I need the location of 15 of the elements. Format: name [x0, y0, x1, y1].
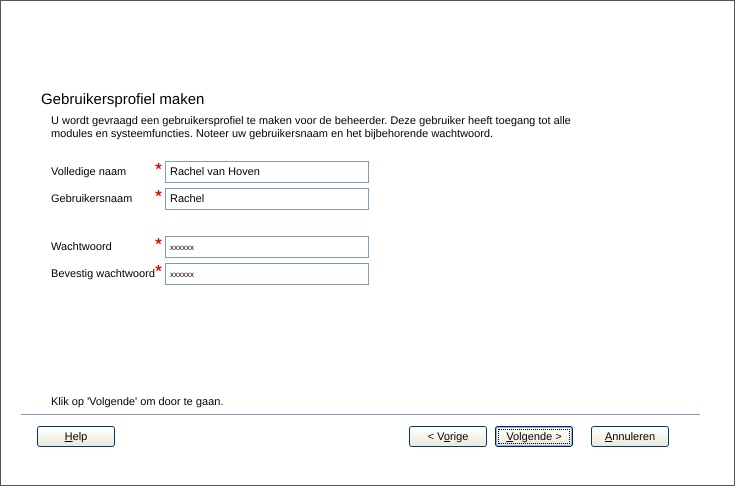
password-field[interactable]: xxxxxx	[165, 236, 369, 258]
wizard-button[interactable]: Volgende >	[495, 426, 573, 447]
input-field[interactable]: Rachel	[165, 188, 369, 210]
field-label: Gebruikersnaam	[51, 193, 134, 205]
field-label: Bevestig wachtwoord	[51, 268, 155, 280]
help-button[interactable]: Help	[37, 426, 115, 447]
field-label: Volledige naam	[51, 166, 128, 178]
page-title: Gebruikersprofiel maken	[41, 91, 206, 110]
wizard-button[interactable]: Annuleren	[591, 426, 669, 447]
password-field[interactable]: xxxxxx	[165, 263, 369, 285]
wizard-button[interactable]: < Vorige	[409, 426, 487, 447]
hint-text: Klik op 'Volgende' om door te gaan.	[51, 396, 224, 410]
field-label: Wachtwoord	[51, 241, 113, 253]
description: U wordt gevraagd een gebruikersprofiel te maken voor de beheerder. Deze gebruiker heeft toegang tot alle modules en systeemfuncties. Noteer uw gebruikersnaam en het bijbehorende wachtwoord.	[51, 115, 571, 141]
input-field[interactable]: Rachel van Hoven	[165, 161, 369, 183]
